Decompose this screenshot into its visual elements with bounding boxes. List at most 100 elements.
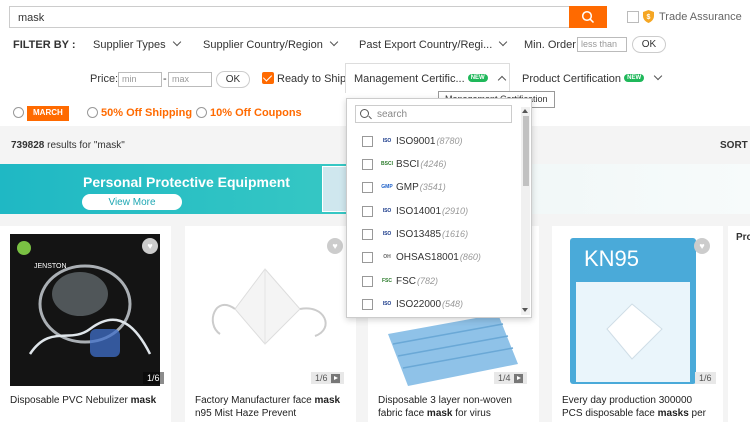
pager-text: 1/4 xyxy=(498,373,511,383)
checkbox[interactable] xyxy=(362,251,373,263)
supplier-types-filter[interactable]: Supplier Types xyxy=(93,37,181,51)
past-export-filter[interactable]: Past Export Country/Regi... xyxy=(359,37,508,51)
price-ok-button[interactable]: OK xyxy=(216,71,250,88)
cert-option-gmp[interactable]: GMP GMP (3541) xyxy=(362,179,512,195)
ten-off-coupons-label: 10% Off Coupons xyxy=(210,107,302,119)
supplier-types-label: Supplier Types xyxy=(93,39,166,51)
cert-option-iso14001[interactable]: ISO ISO14001 (2910) xyxy=(362,203,512,219)
product-cert-filter[interactable]: Product Certification NEW xyxy=(522,71,663,85)
checkbox[interactable] xyxy=(362,275,373,287)
iso-logo-icon: ISO xyxy=(382,138,392,144)
chevron-up-icon xyxy=(497,75,507,85)
gmp-logo-icon: GMP xyxy=(381,184,393,190)
favorite-heart-icon[interactable]: ♥ xyxy=(142,238,158,254)
cert-option-fsc[interactable]: FSC FSC (782) xyxy=(362,273,512,289)
product-cert-label: Product Certification xyxy=(522,73,622,85)
checkbox[interactable] xyxy=(362,228,373,240)
cert-option-iso22000[interactable]: ISO ISO22000 (548) xyxy=(362,296,512,312)
search-button[interactable] xyxy=(569,6,607,28)
ohsas-logo-icon: OH xyxy=(383,254,391,260)
dropdown-scrollbar-thumb[interactable] xyxy=(523,116,529,186)
title-line2: fabric face xyxy=(378,408,427,419)
search-icon xyxy=(581,10,595,24)
march-badge: MARCH xyxy=(27,106,69,121)
banner-view-more-button[interactable]: View More xyxy=(82,194,182,210)
cert-count: (860) xyxy=(459,252,481,262)
checkbox[interactable] xyxy=(362,158,373,170)
favorite-heart-icon[interactable]: ♥ xyxy=(694,238,710,254)
brand-logo-text: JENSTON xyxy=(34,263,67,270)
iso-logo-icon: ISO xyxy=(382,301,392,307)
scroll-down-arrow-icon[interactable] xyxy=(522,308,528,312)
management-cert-trigger[interactable]: Management Certific... NEW xyxy=(354,73,507,85)
filter-by-label: FILTER BY : xyxy=(13,39,76,51)
cert-count: (2910) xyxy=(442,206,469,216)
min-order-label: Min. Order: xyxy=(524,39,580,51)
cert-name: ISO14001 xyxy=(396,205,442,217)
cert-count: (782) xyxy=(417,276,439,286)
dropdown-search-placeholder: search xyxy=(377,109,408,120)
play-icon[interactable] xyxy=(513,374,523,384)
play-icon[interactable] xyxy=(330,374,340,384)
title-keyword: mask xyxy=(130,395,157,406)
scroll-up-arrow-icon[interactable] xyxy=(522,109,528,113)
title-line2: n95 Mist Haze Prevent xyxy=(195,408,297,419)
cert-option-iso9001[interactable]: ISO ISO9001 (8780) xyxy=(362,133,512,149)
min-order-ok-button[interactable]: OK xyxy=(632,36,666,53)
search-icon xyxy=(360,109,369,118)
supplier-country-filter[interactable]: Supplier Country/Region xyxy=(203,37,339,51)
iso-logo-icon: ISO xyxy=(382,208,392,214)
product-image[interactable]: KN95 xyxy=(562,234,712,386)
march-radio[interactable] xyxy=(13,107,24,118)
product-title[interactable]: Disposable 3 layer non-woven fabric face … xyxy=(378,394,536,420)
checkbox[interactable] xyxy=(362,135,373,147)
product-card[interactable]: KN95 ♥ 1/6 Every day production 300000 PC… xyxy=(552,226,723,422)
cert-name: OHSAS18001 xyxy=(396,251,459,263)
cert-option-bsci[interactable]: BSCI BSCI (4246) xyxy=(362,156,512,172)
product-card[interactable]: ♥ 1/6 Factory Manufacturer face mask n95 … xyxy=(185,226,356,422)
product-image[interactable]: JENSTON xyxy=(10,234,160,386)
ready-to-ship-checkbox[interactable] xyxy=(262,72,274,84)
banner-title: Personal Protective Equipment xyxy=(83,174,290,190)
title-keyword: masks xyxy=(657,408,689,419)
kn95-mask-image xyxy=(195,234,345,386)
min-order-input[interactable]: less than xyxy=(577,37,627,52)
chevron-down-icon xyxy=(653,71,663,81)
title-line2-end: for virus xyxy=(452,408,491,419)
cert-count: (8780) xyxy=(436,136,463,146)
checkbox[interactable] xyxy=(362,205,373,217)
trade-assurance-checkbox[interactable] xyxy=(627,11,639,23)
management-cert-label: Management Certific... xyxy=(354,73,465,85)
iso-logo-icon: ISO xyxy=(382,231,392,237)
product-image[interactable] xyxy=(195,234,345,386)
price-min-input[interactable]: min xyxy=(118,72,162,87)
checkbox[interactable] xyxy=(362,181,373,193)
cert-count: (548) xyxy=(442,299,464,309)
half-off-shipping-label: 50% Off Shipping xyxy=(101,107,193,119)
cert-option-ohsas18001[interactable]: OH OHSAS18001 (860) xyxy=(362,249,512,265)
title-text: Disposable 3 layer non-woven xyxy=(378,395,512,406)
checkbox[interactable] xyxy=(362,298,373,310)
price-max-input[interactable]: max xyxy=(168,72,212,87)
title-text: Every day production 300000 xyxy=(562,395,693,406)
chevron-down-icon xyxy=(172,37,181,47)
product-card[interactable]: JENSTON ♥ 1/6 Disposable PVC Nebulizer m… xyxy=(0,226,171,422)
cert-option-iso13485[interactable]: ISO ISO13485 (1616) xyxy=(362,226,512,242)
half-off-shipping-radio[interactable] xyxy=(87,107,98,118)
search-input[interactable]: mask xyxy=(9,6,569,28)
product-title[interactable]: Disposable PVC Nebulizer mask xyxy=(10,394,168,407)
cert-count: (3541) xyxy=(419,182,446,192)
supplier-country-label: Supplier Country/Region xyxy=(203,39,323,51)
product-title[interactable]: Factory Manufacturer face mask n95 Mist H… xyxy=(195,394,353,420)
dropdown-search-input[interactable]: search xyxy=(355,105,512,123)
trade-assurance-label: Trade Assurance xyxy=(659,11,742,23)
nebulizer-image: JENSTON xyxy=(10,234,160,386)
product-title[interactable]: Every day production 300000 PCS disposabl… xyxy=(562,394,720,420)
ten-off-coupons-radio[interactable] xyxy=(196,107,207,118)
results-suffix: results for "mask" xyxy=(44,140,125,151)
chevron-down-icon xyxy=(499,37,508,47)
svg-text:$: $ xyxy=(647,14,651,21)
favorite-heart-icon[interactable]: ♥ xyxy=(327,238,343,254)
cert-name: GMP xyxy=(396,181,419,193)
sort-button[interactable]: SORT xyxy=(720,140,748,151)
